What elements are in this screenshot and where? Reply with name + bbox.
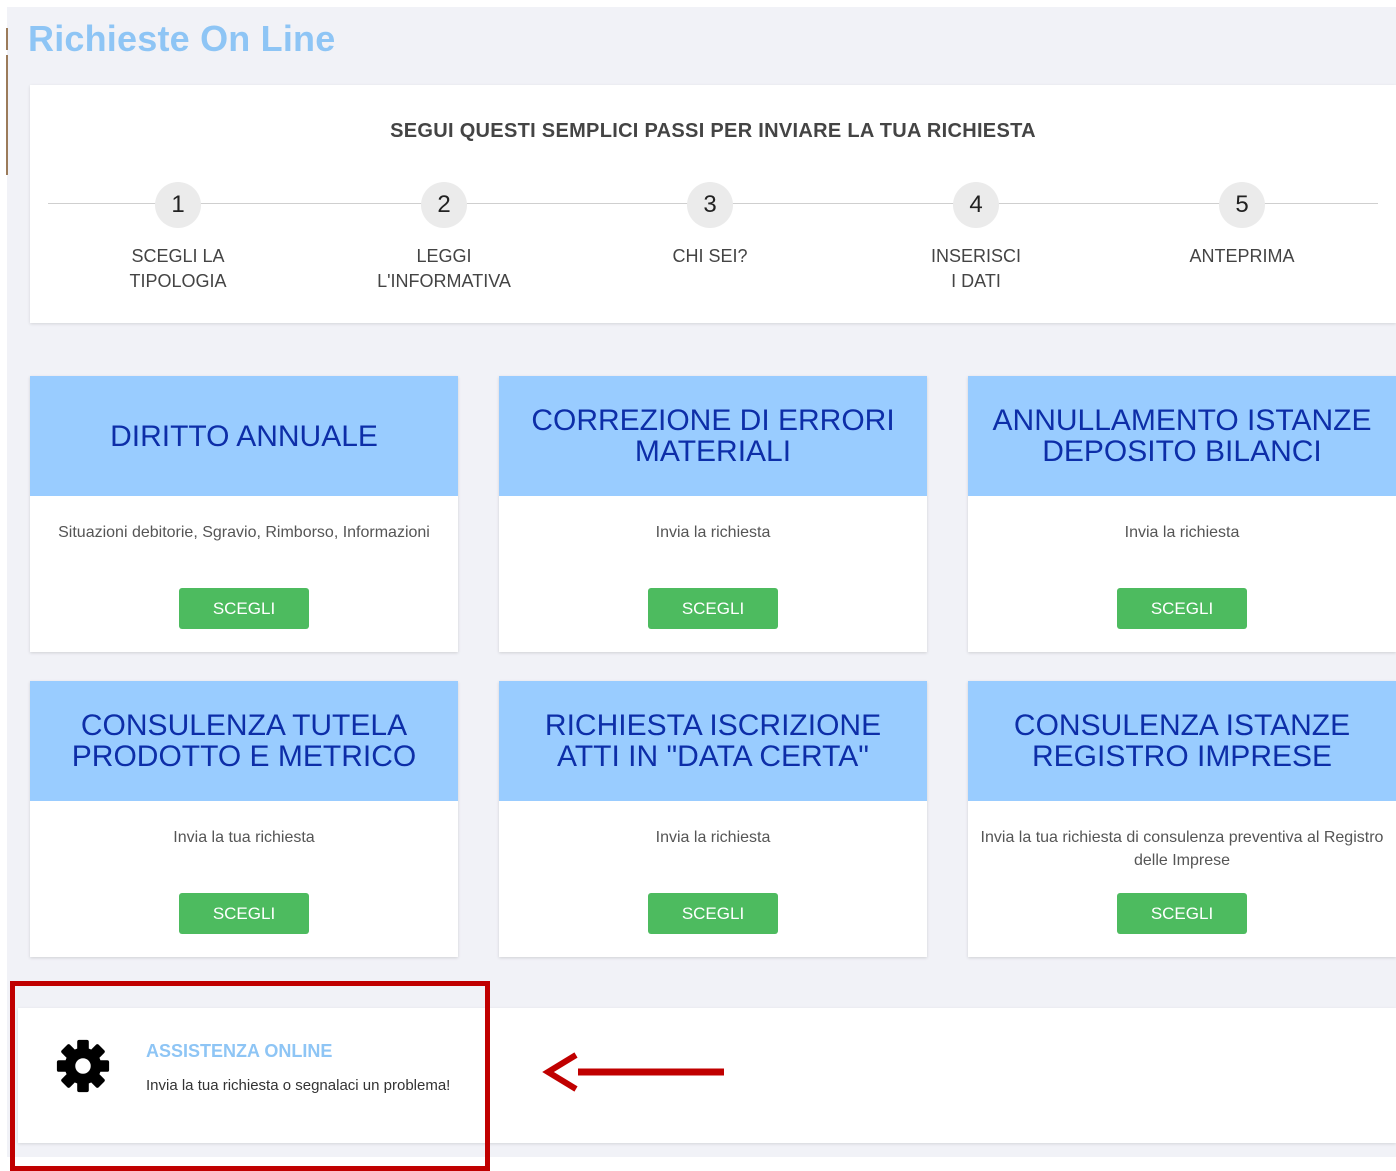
arrow-left-icon <box>542 1052 724 1092</box>
card-header: DIRITTO ANNUALE <box>30 376 458 496</box>
step-number: 4 <box>953 182 999 228</box>
card-description: Invia la tua richiesta <box>173 829 315 846</box>
card-diritto-annuale: DIRITTO ANNUALE Situazioni debitorie, Sg… <box>30 376 458 652</box>
highlight-box <box>10 981 490 1171</box>
card-title: CORREZIONE DI ERRORI MATERIALI <box>531 404 895 468</box>
card-title: CONSULENZA TUTELA PRODOTTO E METRICO <box>71 709 417 773</box>
step-label: SCEGLI LA TIPOLOGIA <box>129 246 227 291</box>
card-header: CONSULENZA TUTELA PRODOTTO E METRICO <box>30 681 458 801</box>
card-header: CONSULENZA ISTANZE REGISTRO IMPRESE <box>968 681 1396 801</box>
card-title: DIRITTO ANNUALE <box>110 419 378 453</box>
left-edge-mark <box>6 28 8 50</box>
step-label: LEGGI L'INFORMATIVA <box>377 246 511 291</box>
card-annullamento-istanze: ANNULLAMENTO ISTANZE DEPOSITO BILANCI In… <box>968 376 1396 652</box>
step-number: 2 <box>421 182 467 228</box>
step-number: 3 <box>687 182 733 228</box>
step-label: ANTEPRIMA <box>1189 246 1295 266</box>
choose-button[interactable]: SCEGLI <box>1117 588 1247 629</box>
card-title: CONSULENZA ISTANZE REGISTRO IMPRESE <box>1013 709 1351 773</box>
choose-button[interactable]: SCEGLI <box>179 588 309 629</box>
card-description: Invia la richiesta <box>1124 524 1240 541</box>
card-description: Invia la richiesta <box>655 524 771 541</box>
step-3: 3 CHI SEI? <box>590 182 830 269</box>
left-edge-mark <box>6 55 8 145</box>
step-5: 5 ANTEPRIMA <box>1122 182 1362 269</box>
step-label: CHI SEI? <box>672 246 748 266</box>
left-edge-mark <box>6 145 8 175</box>
step-2: 2 LEGGI L'INFORMATIVA <box>324 182 564 294</box>
card-header: CORREZIONE DI ERRORI MATERIALI <box>499 376 927 496</box>
card-consulenza-istanze: CONSULENZA ISTANZE REGISTRO IMPRESE Invi… <box>968 681 1396 957</box>
card-correzione-errori: CORREZIONE DI ERRORI MATERIALI Invia la … <box>499 376 927 652</box>
choose-button[interactable]: SCEGLI <box>179 893 309 934</box>
card-consulenza-tutela: CONSULENZA TUTELA PRODOTTO E METRICO Inv… <box>30 681 458 957</box>
card-title: RICHIESTA ISCRIZIONE ATTI IN "DATA CERTA… <box>544 709 882 773</box>
step-1: 1 SCEGLI LA TIPOLOGIA <box>58 182 298 294</box>
choose-button[interactable]: SCEGLI <box>648 893 778 934</box>
step-number: 5 <box>1219 182 1265 228</box>
card-header: RICHIESTA ISCRIZIONE ATTI IN "DATA CERTA… <box>499 681 927 801</box>
card-richiesta-iscrizione: RICHIESTA ISCRIZIONE ATTI IN "DATA CERTA… <box>499 681 927 957</box>
step-4: 4 INSERISCI I DATI <box>856 182 1096 294</box>
card-title: ANNULLAMENTO ISTANZE DEPOSITO BILANCI <box>992 404 1372 468</box>
step-label: INSERISCI I DATI <box>930 246 1022 291</box>
steps-heading: SEGUI QUESTI SEMPLICI PASSI PER INVIARE … <box>390 120 1036 142</box>
card-description: Situazioni debitorie, Sgravio, Rimborso,… <box>58 524 430 541</box>
card-description: Invia la tua richiesta di consulenza pre… <box>980 829 1384 869</box>
step-number: 1 <box>155 182 201 228</box>
card-header: ANNULLAMENTO ISTANZE DEPOSITO BILANCI <box>968 376 1396 496</box>
choose-button[interactable]: SCEGLI <box>648 588 778 629</box>
choose-button[interactable]: SCEGLI <box>1117 893 1247 934</box>
card-description: Invia la richiesta <box>655 829 771 846</box>
page-title: Richieste On Line <box>28 18 336 59</box>
